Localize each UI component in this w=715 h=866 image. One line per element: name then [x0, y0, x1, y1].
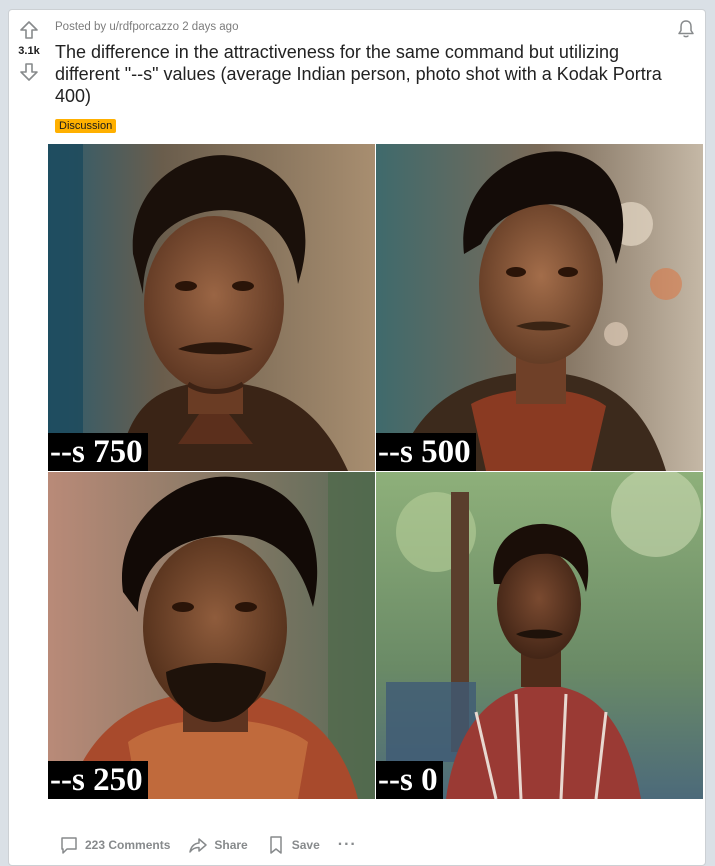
arrow-down-icon: [20, 63, 38, 81]
save-button[interactable]: Save: [260, 831, 326, 859]
portrait-photo: [48, 144, 375, 471]
comments-label: 223 Comments: [85, 838, 171, 852]
share-icon: [189, 838, 208, 853]
more-icon: ···: [337, 836, 357, 853]
post-meta: Posted by u/rdfporcazzo 2 days ago: [55, 21, 239, 33]
more-options-button[interactable]: ···: [332, 832, 363, 858]
image-label: --s 0: [376, 761, 443, 799]
comments-button[interactable]: 223 Comments: [53, 831, 176, 859]
image-grid[interactable]: --s 750 --s 500 --s 250 --s 0: [48, 144, 703, 799]
portrait-photo: [48, 472, 375, 799]
image-label: --s 750: [48, 433, 148, 471]
share-label: Share: [214, 838, 248, 852]
arrow-up-icon: [20, 21, 38, 39]
bookmark-icon: [269, 836, 282, 854]
image-panel-3[interactable]: --s 250: [48, 472, 375, 799]
image-label: --s 500: [376, 433, 476, 471]
post-actions: 223 Comments Share Save ···: [53, 832, 363, 858]
flair-badge[interactable]: Discussion: [55, 119, 117, 133]
downvote-button[interactable]: [17, 60, 41, 84]
image-label: --s 250: [48, 761, 148, 799]
image-panel-4[interactable]: --s 0: [376, 472, 703, 799]
share-button[interactable]: Share: [182, 831, 253, 859]
notification-button[interactable]: [675, 18, 697, 40]
image-panel-1[interactable]: --s 750: [48, 144, 375, 471]
vote-score: 3.1k: [18, 45, 40, 57]
image-panel-2[interactable]: --s 500: [376, 144, 703, 471]
post-title[interactable]: The difference in the attractiveness for…: [55, 41, 685, 107]
bell-icon: [678, 20, 694, 38]
save-label: Save: [291, 838, 320, 852]
upvote-button[interactable]: [17, 18, 41, 42]
comment-icon: [61, 837, 77, 854]
portrait-photo: [376, 144, 703, 471]
post-card: 3.1k Posted by u/rdfporcazzo 2 days ago …: [8, 9, 706, 866]
vote-column: 3.1k: [9, 10, 49, 84]
portrait-photo: [376, 472, 703, 799]
